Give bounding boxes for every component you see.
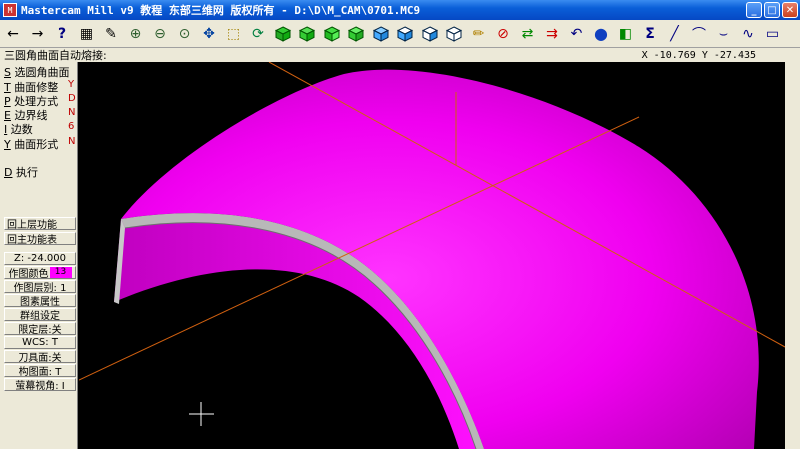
back-level-button[interactable]: 回上层功能 bbox=[4, 217, 76, 230]
right-edge-bar bbox=[785, 62, 800, 449]
window-title: Mastercam Mill v9 教程 东部三维网 版权所有 - D:\D\M… bbox=[21, 4, 421, 17]
spline-icon[interactable]: ∿ bbox=[737, 22, 759, 46]
view-7-icon[interactable] bbox=[419, 22, 441, 46]
minimize-button[interactable]: _ bbox=[746, 2, 762, 18]
z-depth-button[interactable]: Z: -24.000 bbox=[4, 252, 76, 265]
rotate-icon[interactable]: ⟳ bbox=[247, 22, 269, 46]
title-bar: M Mastercam Mill v9 教程 东部三维网 版权所有 - D:\D… bbox=[0, 0, 800, 20]
menu-item-edge-count[interactable]: I 边数 6 bbox=[4, 121, 78, 136]
help-icon[interactable]: ? bbox=[51, 22, 73, 46]
shaded-model bbox=[79, 62, 785, 449]
select-icon[interactable]: ⬚ bbox=[223, 22, 245, 46]
pan-icon[interactable]: ✥ bbox=[198, 22, 220, 46]
undo-icon[interactable]: ↶ bbox=[566, 22, 588, 46]
sum-icon[interactable]: Σ bbox=[639, 22, 661, 46]
graphics-view-button[interactable]: 萤幕视角: I bbox=[4, 378, 76, 391]
main-menu-button[interactable]: 回主功能表 bbox=[4, 232, 76, 245]
layers-icon[interactable]: ◧ bbox=[615, 22, 637, 46]
main-toolbar: ← → ? ▦ ✎ ⊕ ⊖ ⊙ ✥ ⬚ ⟳ ✏ ⊘ ⇄ ⇉ ↶ ● ◧ Σ ╱ … bbox=[0, 20, 800, 48]
iso-view-icon[interactable] bbox=[345, 22, 367, 46]
zoom-out-icon[interactable]: ⊖ bbox=[149, 22, 171, 46]
view-5-icon[interactable] bbox=[370, 22, 392, 46]
prompt-bar: 三圆角曲面自动熔接: X -10.769 Y -27.435 bbox=[0, 48, 800, 62]
line-icon[interactable]: ╱ bbox=[664, 22, 686, 46]
construction-plane-button[interactable]: 构图面: T bbox=[4, 364, 76, 377]
fillet-icon[interactable]: ⌣ bbox=[713, 22, 735, 46]
color-chip: 13 bbox=[49, 267, 72, 278]
no-entry-icon[interactable]: ⊘ bbox=[492, 22, 514, 46]
front-view-icon[interactable] bbox=[296, 22, 318, 46]
rectangle-icon[interactable]: ▭ bbox=[762, 22, 784, 46]
shade-sphere-icon[interactable]: ● bbox=[590, 22, 612, 46]
menu-item-execute[interactable]: D 执行 bbox=[4, 164, 78, 179]
screen-tools-icon[interactable]: ✎ bbox=[100, 22, 122, 46]
menu-item-select-fillet[interactable]: S 选圆角曲面 bbox=[4, 64, 78, 79]
back-arrow-icon[interactable]: ← bbox=[2, 22, 24, 46]
menu-item-boundary[interactable]: E 边界线 N bbox=[4, 107, 78, 122]
menu-item-trim-surface[interactable]: T 曲面修整 Y bbox=[4, 79, 78, 94]
wcs-button[interactable]: WCS: T bbox=[4, 336, 76, 349]
close-button[interactable]: ✕ bbox=[782, 2, 798, 18]
limit-level-button[interactable]: 限定层:关 bbox=[4, 322, 76, 335]
multi-icon[interactable]: ⇉ bbox=[541, 22, 563, 46]
prompt-text: 三圆角曲面自动熔接: bbox=[4, 49, 107, 62]
arc-icon[interactable]: ⌒ bbox=[688, 22, 710, 46]
side-view-icon[interactable] bbox=[321, 22, 343, 46]
tool-plane-button[interactable]: 刀具面:关 bbox=[4, 350, 76, 363]
transform-icon[interactable]: ⇄ bbox=[517, 22, 539, 46]
top-view-icon[interactable] bbox=[272, 22, 294, 46]
left-menu: S 选圆角曲面 T 曲面修整 Y P 处理方式 D E 边界线 N I 边数 6 Y 曲… bbox=[0, 62, 78, 449]
graphics-viewport[interactable] bbox=[79, 62, 785, 449]
menu-item-process-mode[interactable]: P 处理方式 D bbox=[4, 93, 78, 108]
group-button[interactable]: 群组设定 bbox=[4, 308, 76, 321]
view-6-icon[interactable] bbox=[394, 22, 416, 46]
attributes-button[interactable]: 图素属性 bbox=[4, 294, 76, 307]
menu-item-surface-type[interactable]: Y 曲面形式 N bbox=[4, 136, 78, 151]
zoom-in-icon[interactable]: ⊕ bbox=[125, 22, 147, 46]
app-icon: M bbox=[3, 3, 17, 17]
pencil-icon[interactable]: ✏ bbox=[468, 22, 490, 46]
maximize-button[interactable]: □ bbox=[764, 2, 780, 18]
color-button[interactable]: 作图颜色 13 bbox=[4, 266, 76, 279]
zoom-window-icon[interactable]: ⊙ bbox=[174, 22, 196, 46]
forward-arrow-icon[interactable]: → bbox=[27, 22, 49, 46]
view-8-icon[interactable] bbox=[443, 22, 465, 46]
level-button[interactable]: 作图层别: 1 bbox=[4, 280, 76, 293]
calculator-icon[interactable]: ▦ bbox=[76, 22, 98, 46]
cursor-coordinates: X -10.769 Y -27.435 bbox=[641, 49, 756, 61]
